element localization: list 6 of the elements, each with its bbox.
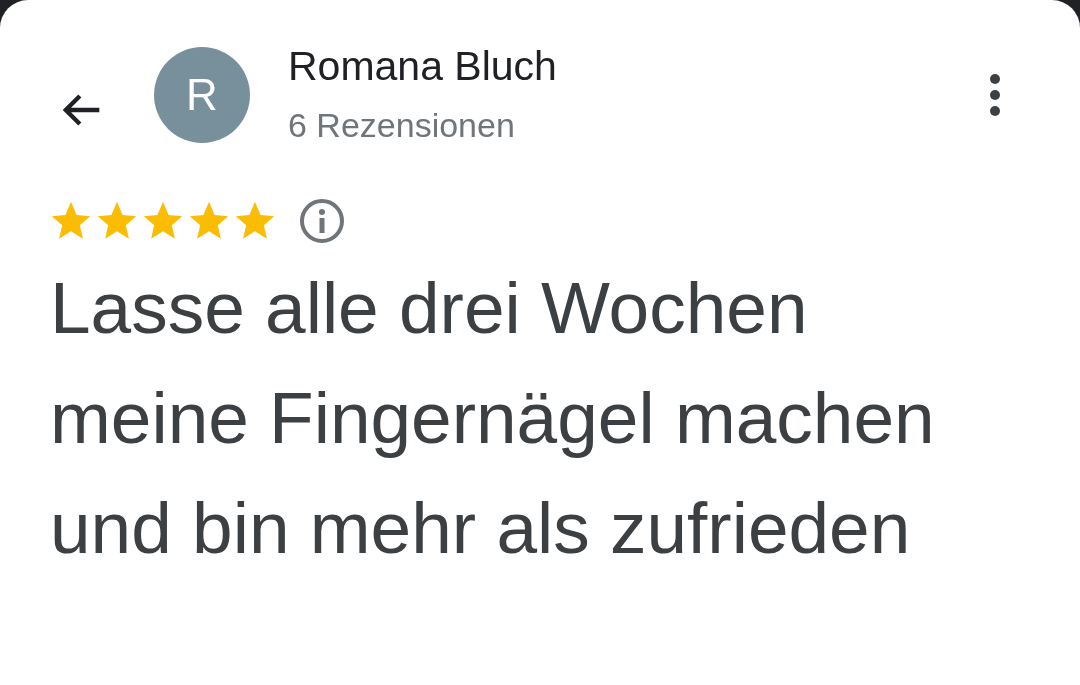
reviewer-name: Romana Bluch bbox=[288, 42, 558, 91]
more-options-icon[interactable] bbox=[989, 73, 1001, 117]
avatar: R bbox=[154, 47, 250, 143]
info-icon[interactable] bbox=[298, 197, 346, 245]
review-count: 6 Rezensionen bbox=[288, 106, 516, 145]
review-text: Lasse alle drei Wochen meine Fingernägel machen und bin mehr als zufrieden bbox=[50, 266, 936, 570]
